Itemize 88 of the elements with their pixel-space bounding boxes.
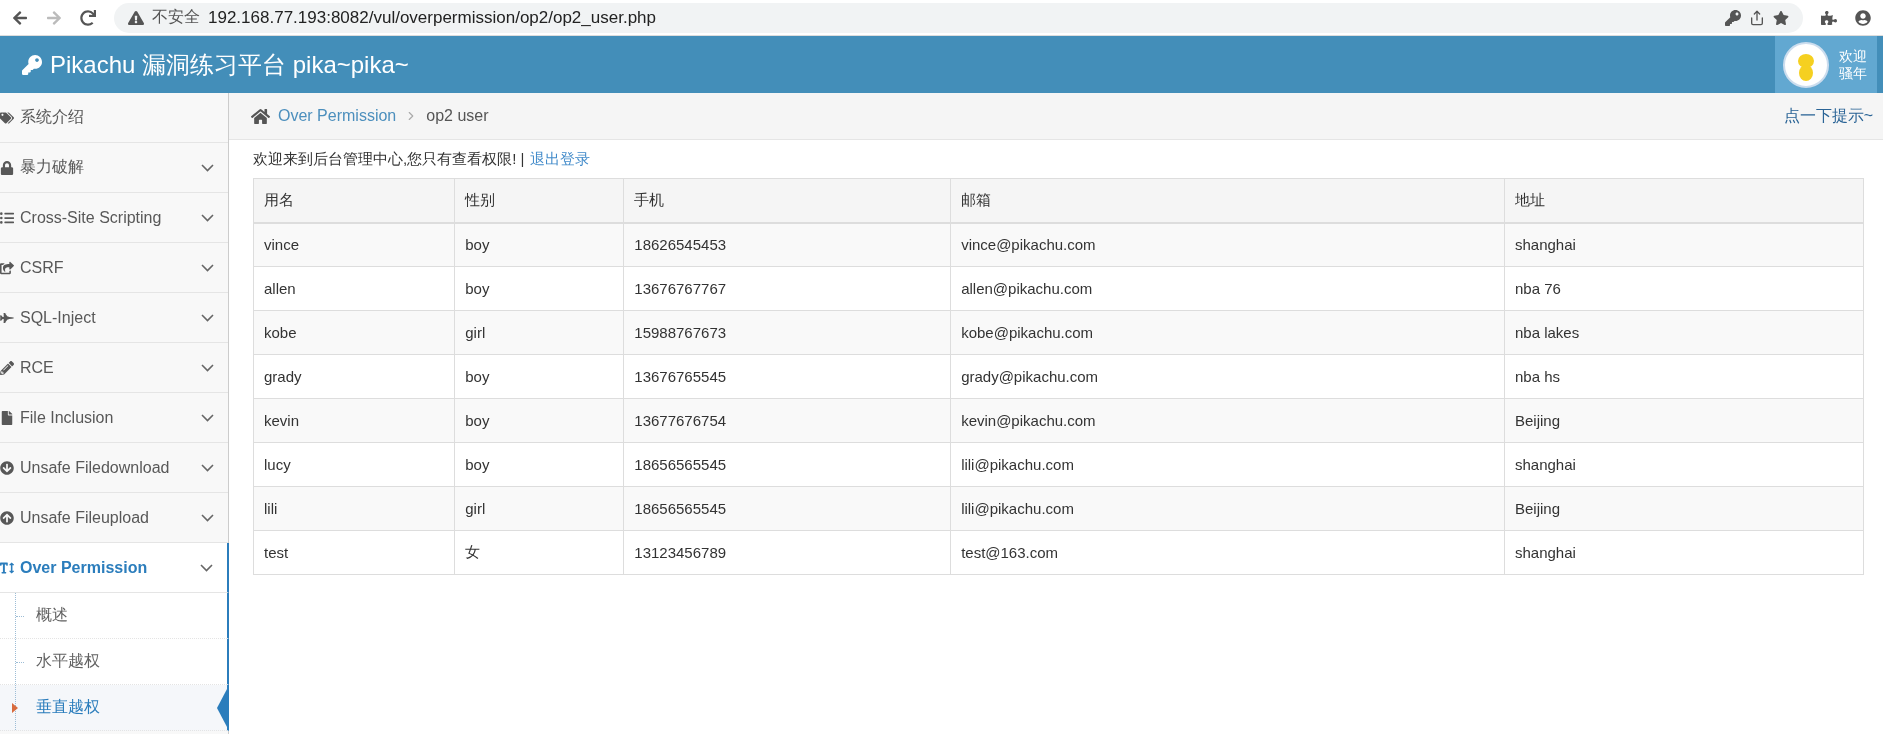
table-cell: 18656565545 — [623, 442, 951, 487]
puzzle-icon[interactable] — [1821, 9, 1837, 26]
table-cell: 女 — [454, 530, 624, 575]
share-icon[interactable] — [1749, 9, 1765, 26]
submenu-item[interactable]: 概述 — [0, 593, 229, 639]
table-cell: kevin@pikachu.com — [950, 398, 1505, 443]
avatar-image — [1783, 41, 1829, 88]
table-cell: lili@pikachu.com — [950, 486, 1505, 531]
chevron-icon — [200, 563, 213, 572]
table-cell: nba hs — [1504, 354, 1864, 399]
table-cell: test@163.com — [950, 530, 1505, 575]
table-cell: Beijing — [1504, 486, 1864, 531]
security-label: 不安全 — [152, 7, 200, 27]
category-icon — [0, 160, 14, 175]
key-icon[interactable] — [1725, 9, 1741, 26]
category-icon — [0, 510, 14, 525]
table-cell: 13676765545 — [623, 354, 951, 399]
column-header: 手机 — [623, 178, 951, 223]
submenu-item[interactable]: 垂直越权 — [0, 685, 229, 731]
site-title: Pikachu 漏洞练习平台 pika~pika~ — [50, 49, 409, 80]
category-icon — [0, 560, 14, 575]
table-cell: shanghai — [1504, 530, 1864, 575]
category-icon — [0, 110, 14, 125]
column-header: 地址 — [1504, 178, 1864, 223]
table-cell: nba lakes — [1504, 310, 1864, 355]
profile-icon[interactable] — [1855, 9, 1871, 26]
table-cell: kobe@pikachu.com — [950, 310, 1505, 355]
chevron-icon — [201, 163, 214, 172]
chevron-icon — [201, 513, 214, 522]
chevron-icon — [201, 363, 214, 372]
table-cell: shanghai — [1504, 442, 1864, 487]
star-icon[interactable] — [1773, 9, 1789, 26]
table-cell: lucy — [253, 442, 455, 487]
table-cell: vince@pikachu.com — [950, 222, 1505, 267]
chevron-icon — [201, 313, 214, 322]
table-cell: 15988767673 — [623, 310, 951, 355]
chevron-icon — [201, 263, 214, 272]
table-cell: boy — [454, 222, 624, 267]
back-icon[interactable] — [12, 9, 28, 26]
table-cell: kevin — [253, 398, 455, 443]
category-icon — [0, 360, 14, 375]
table-cell: nba 76 — [1504, 266, 1864, 311]
table-cell: shanghai — [1504, 222, 1864, 267]
table-cell: 13677676754 — [623, 398, 951, 443]
category-icon — [0, 260, 14, 275]
sidebar-item[interactable]: Over Permission — [0, 543, 229, 593]
key-icon — [22, 54, 42, 75]
warning-icon — [128, 9, 144, 26]
chevron-icon — [201, 413, 214, 422]
greeting-text: 欢迎 骚年 — [1839, 47, 1867, 82]
submenu-item[interactable]: 水平越权 — [0, 639, 229, 685]
table-cell: lili@pikachu.com — [950, 442, 1505, 487]
table-cell: boy — [454, 354, 624, 399]
table-cell: 13676767767 — [623, 266, 951, 311]
table-cell: 18626545453 — [623, 222, 951, 267]
hint-link[interactable]: 点一下提示~ — [1783, 105, 1873, 127]
table-cell: test — [253, 530, 455, 575]
home-icon[interactable] — [251, 106, 270, 126]
column-header: 用名 — [253, 178, 455, 223]
table-cell: grady@pikachu.com — [950, 354, 1505, 399]
table-cell: boy — [454, 266, 624, 311]
column-header: 邮箱 — [950, 178, 1505, 223]
category-icon — [0, 460, 14, 475]
table-cell: vince — [253, 222, 455, 267]
reload-icon[interactable] — [80, 9, 96, 26]
table-cell: girl — [454, 310, 624, 355]
table-cell: girl — [454, 486, 624, 531]
chevron-icon — [201, 463, 214, 472]
address-bar[interactable]: 不安全 192.168.77.193:8082/vul/overpermission/op2/op2_user.php — [114, 2, 1803, 33]
column-header: 性别 — [454, 178, 624, 223]
table-cell: grady — [253, 354, 455, 399]
table-cell: kobe — [253, 310, 455, 355]
url-text: 192.168.77.193:8082/vul/overpermission/op2/op2_user.php — [208, 7, 656, 28]
welcome-text: 欢迎来到后台管理中心,您只有查看权限! | — [253, 150, 525, 169]
breadcrumb-current: op2 user — [426, 107, 489, 125]
category-icon — [0, 410, 14, 425]
table-cell: boy — [454, 442, 624, 487]
table-cell: 18656565545 — [623, 486, 951, 531]
table-cell: 13123456789 — [623, 530, 951, 575]
chevron-icon — [201, 213, 214, 222]
category-icon — [0, 310, 14, 325]
category-icon — [0, 210, 14, 225]
table-cell: boy — [454, 398, 624, 443]
table-cell: lili — [253, 486, 455, 531]
table-cell: allen — [253, 266, 455, 311]
table-cell: Beijing — [1504, 398, 1864, 443]
logout-link[interactable]: 退出登录 — [530, 150, 591, 169]
table-cell: allen@pikachu.com — [950, 266, 1505, 311]
